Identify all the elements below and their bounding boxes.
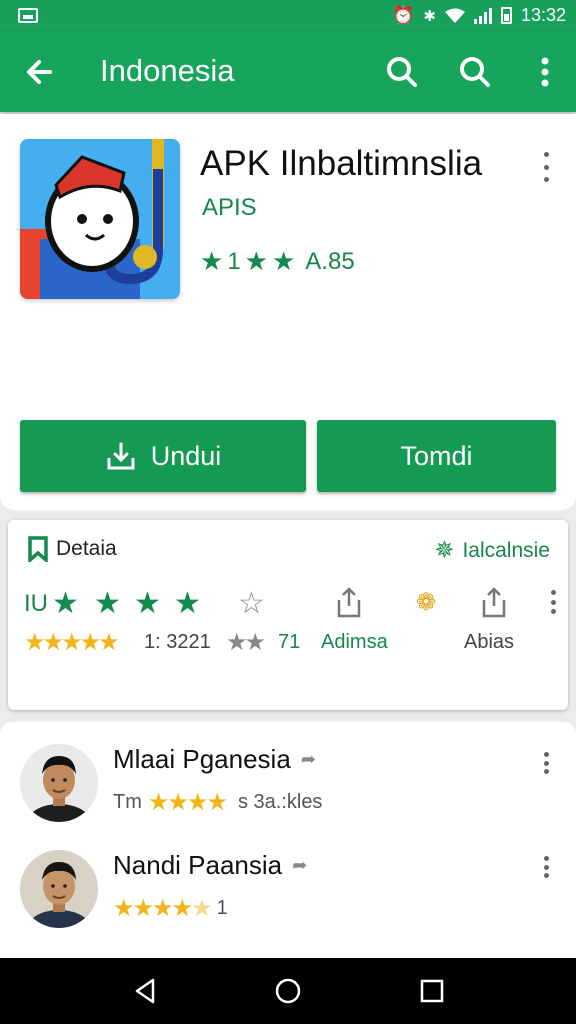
star-icon: ★ <box>174 587 201 620</box>
rating-prefix: 1 <box>227 247 241 275</box>
badge-icon: ❁ <box>416 589 437 616</box>
details-card: Detaia ✵ Ialcalnsie IU ★ ★ ★ ★ ☆ ❁ ★★★★★… <box>8 520 568 710</box>
reviewer-name-text: Mlaai Pganesia <box>113 744 291 774</box>
rating-value: A.85 <box>305 247 355 275</box>
status-bar: ⏰ ✱ 13:32 <box>0 0 576 32</box>
star-icon: ★ <box>200 246 224 276</box>
search-icon[interactable] <box>382 52 422 92</box>
signal-icon <box>473 7 492 24</box>
bookmark-icon <box>28 536 48 562</box>
share-label: Abias <box>464 631 515 653</box>
star-icon: ★ <box>244 246 268 276</box>
rating-count: 1: 3221 <box>144 631 211 653</box>
overflow-menu-icon[interactable] <box>525 52 565 92</box>
status-icons: ⏰ ✱ 13:32 <box>392 5 566 26</box>
wifi-icon <box>444 8 465 23</box>
app-rating: ★ 1 ★ ★ A.85 <box>200 246 355 277</box>
star-icon: ★ <box>52 587 79 620</box>
details-label: Detaia <box>56 537 117 560</box>
details-right-label: Ialcalnsie <box>462 538 550 562</box>
share-small-icon[interactable]: ➦ <box>301 749 316 770</box>
review-more-icon[interactable] <box>539 752 553 774</box>
page-title: Indonesia <box>100 53 235 88</box>
review-meta-text: s 3a.:kles <box>237 791 323 813</box>
alarm-icon: ⏰ <box>391 5 415 25</box>
share-small-icon[interactable]: ➦ <box>292 855 307 876</box>
score-tag: Adimsa <box>321 631 388 653</box>
status-time: 13:32 <box>520 5 566 25</box>
gallery-notification-icon <box>18 8 38 23</box>
download-icon <box>107 442 135 470</box>
app-icon[interactable] <box>20 139 180 299</box>
review-stars: ★★★★ <box>147 789 228 816</box>
app-name: APK Ilnbaltimnslia <box>200 144 483 183</box>
details-row-prefix: IU <box>24 590 48 617</box>
reviewer-name: Nandi Paansia ➦ <box>113 850 307 881</box>
five-star-rating: ★★★★★ <box>24 629 120 656</box>
avatar[interactable] <box>20 744 98 822</box>
nav-back-icon[interactable] <box>131 976 161 1006</box>
star-icon: ★ <box>271 246 296 276</box>
details-more-icon[interactable] <box>546 590 560 614</box>
badge-star-icon: ✵ <box>434 537 455 564</box>
app-more-icon[interactable] <box>539 152 553 182</box>
reviews-card: Mlaai Pganesia ➦ Tm ★★★★ s 3a.:kles Nand… <box>0 722 576 962</box>
details-stars-row: IU ★ ★ ★ ★ ☆ ❁ <box>24 584 556 624</box>
review-more-icon[interactable] <box>539 856 553 878</box>
nav-recents-icon[interactable] <box>417 976 447 1006</box>
score-value: 71 <box>278 631 301 653</box>
bluetooth-icon: ✱ <box>423 7 436 25</box>
install-label: Undui <box>150 440 222 471</box>
share-icon[interactable] <box>334 586 364 620</box>
details-header: Detaia <box>26 536 117 562</box>
star-icon: ★ <box>134 587 161 620</box>
details-right-link[interactable]: ✵ Ialcalnsie <box>434 536 550 565</box>
details-stats-row: ★★★★★ 1: 3221 ★★ 71 Adimsa Abias <box>24 628 554 662</box>
app-bar: Indonesia <box>0 32 576 112</box>
review-meta: ★★★★★ 1 <box>113 894 228 923</box>
upload-icon[interactable] <box>479 586 509 620</box>
grey-stars: ★★ <box>226 629 266 656</box>
nav-home-icon[interactable] <box>273 976 303 1006</box>
reviewer-name-text: Nandi Paansia <box>113 850 283 880</box>
star-icon: ★ <box>94 587 121 620</box>
reviewer-name: Mlaai Pganesia ➦ <box>113 744 316 775</box>
app-developer[interactable]: APIS <box>202 194 257 222</box>
review-meta: Tm ★★★★ s 3a.:kles <box>113 788 322 817</box>
open-label: Tomdi <box>400 440 473 471</box>
review-meta-suffix: 1 <box>216 897 228 919</box>
system-nav-bar <box>0 958 576 1024</box>
app-header-card: APK Ilnbaltimnslia APIS ★ 1 ★ ★ A.85 Und… <box>0 114 576 510</box>
back-arrow-icon[interactable] <box>20 52 60 92</box>
rate-star-outline-icon[interactable]: ☆ <box>238 586 265 621</box>
avatar[interactable] <box>20 850 98 928</box>
review-stars: ★★★★★ <box>113 895 213 922</box>
battery-icon <box>500 7 512 24</box>
install-button[interactable]: Undui <box>20 420 306 492</box>
search-icon-secondary[interactable] <box>455 52 495 92</box>
open-button[interactable]: Tomdi <box>317 420 556 492</box>
review-meta-prefix: Tm <box>113 791 142 813</box>
